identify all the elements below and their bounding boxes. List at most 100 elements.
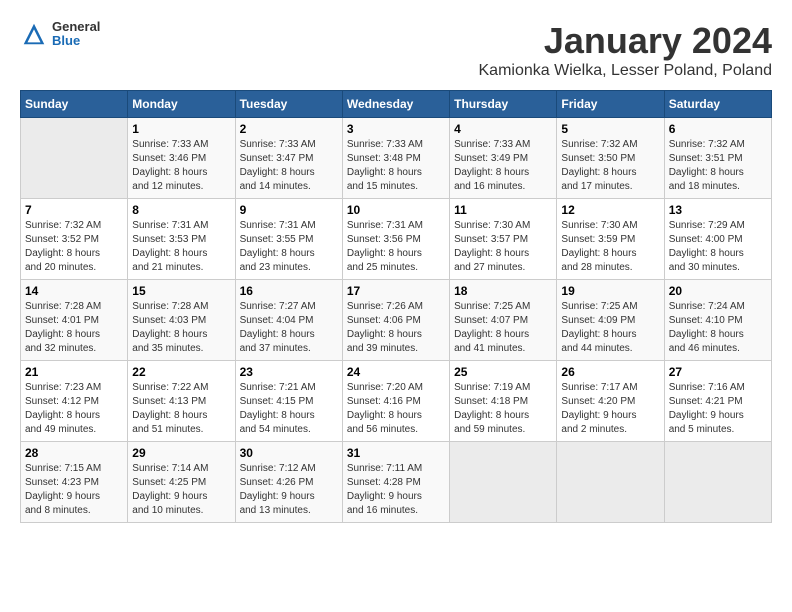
- day-cell: 17Sunrise: 7:26 AMSunset: 4:06 PMDayligh…: [342, 280, 449, 361]
- day-info: Sunrise: 7:17 AMSunset: 4:20 PMDaylight:…: [561, 381, 659, 437]
- week-row: 28 Sunrise: 7:15 AMSunset: 4:23 PMDayligh…: [21, 442, 772, 523]
- sunset-text: Sunset: 3:51 PM: [669, 153, 743, 164]
- header-cell-monday: Monday: [128, 91, 235, 118]
- sunset-text: Sunset: 3:49 PM: [454, 153, 528, 164]
- week-row: 7 Sunrise: 7:32 AMSunset: 3:52 PMDaylight…: [21, 199, 772, 280]
- header-cell-sunday: Sunday: [21, 91, 128, 118]
- header-cell-tuesday: Tuesday: [235, 91, 342, 118]
- daylight-minutes: and 49 minutes.: [25, 424, 96, 435]
- day-number: 27: [669, 365, 767, 379]
- day-cell: 2Sunrise: 7:33 AMSunset: 3:47 PMDaylight…: [235, 118, 342, 199]
- day-info: Sunrise: 7:32 AMSunset: 3:51 PMDaylight:…: [669, 138, 767, 194]
- daylight-label: Daylight: 8 hours: [240, 167, 315, 178]
- sunset-text: Sunset: 4:25 PM: [132, 477, 206, 488]
- day-cell: 16Sunrise: 7:27 AMSunset: 4:04 PMDayligh…: [235, 280, 342, 361]
- location: Kamionka Wielka, Lesser Poland, Poland: [479, 62, 773, 80]
- day-info: Sunrise: 7:28 AMSunset: 4:01 PMDaylight:…: [25, 300, 123, 356]
- day-cell: 20Sunrise: 7:24 AMSunset: 4:10 PMDayligh…: [664, 280, 771, 361]
- day-info: Sunrise: 7:30 AM Sunset: 3:57 PM Daylight:…: [454, 219, 552, 275]
- sunrise-text: Sunrise: 7:30 AM: [454, 220, 530, 231]
- day-info: Sunrise: 7:27 AMSunset: 4:04 PMDaylight:…: [240, 300, 338, 356]
- sunrise-text: Sunrise: 7:28 AM: [132, 301, 208, 312]
- sunrise-text: Sunrise: 7:30 AM: [561, 220, 637, 231]
- sunrise-text: Sunrise: 7:16 AM: [669, 382, 745, 393]
- day-number: 13: [669, 203, 767, 217]
- daylight-label: Daylight: 8 hours: [25, 410, 100, 421]
- header-cell-saturday: Saturday: [664, 91, 771, 118]
- day-info: Sunrise: 7:32 AMSunset: 3:52 PMDaylight:…: [25, 219, 123, 275]
- day-info: Sunrise: 7:31 AMSunset: 3:53 PMDaylight:…: [132, 219, 230, 275]
- daylight-label: Daylight: 8 hours: [669, 248, 744, 259]
- daylight-minutes: and 54 minutes.: [240, 424, 311, 435]
- daylight-minutes: and 56 minutes.: [347, 424, 418, 435]
- daylight-minutes: and 5 minutes.: [669, 424, 735, 435]
- day-info: Sunrise: 7:33 AMSunset: 3:46 PMDaylight:…: [132, 138, 230, 194]
- sunrise-text: Sunrise: 7:15 AM: [25, 463, 101, 474]
- daylight-label: Daylight: 8 hours: [454, 248, 529, 259]
- daylight-minutes: and 35 minutes.: [132, 343, 203, 354]
- daylight-minutes: and 32 minutes.: [25, 343, 96, 354]
- sunset-text: Sunset: 4:12 PM: [25, 396, 99, 407]
- sunrise-text: Sunrise: 7:31 AM: [240, 220, 316, 231]
- day-cell: 25Sunrise: 7:19 AMSunset: 4:18 PMDayligh…: [450, 361, 557, 442]
- day-number: 28: [25, 446, 123, 460]
- sunset-text: Sunset: 3:53 PM: [132, 234, 206, 245]
- daylight-label: Daylight: 8 hours: [347, 248, 422, 259]
- day-cell: 31Sunrise: 7:11 AMSunset: 4:28 PMDayligh…: [342, 442, 449, 523]
- sunset-text: Sunset: 3:56 PM: [347, 234, 421, 245]
- logo: General Blue: [20, 20, 100, 49]
- daylight-minutes: and 17 minutes.: [561, 181, 632, 192]
- day-number: 4: [454, 122, 552, 136]
- day-cell: 10Sunrise: 7:31 AMSunset: 3:56 PMDayligh…: [342, 199, 449, 280]
- daylight-minutes: and 41 minutes.: [454, 343, 525, 354]
- day-number: 31: [347, 446, 445, 460]
- sunset-text: Sunset: 4:28 PM: [347, 477, 421, 488]
- daylight-minutes: and 28 minutes.: [561, 262, 632, 273]
- sunrise-text: Sunrise: 7:33 AM: [454, 139, 530, 150]
- sunset-text: Sunset: 3:46 PM: [132, 153, 206, 164]
- day-cell: [450, 442, 557, 523]
- daylight-label: Daylight: 8 hours: [669, 167, 744, 178]
- day-number: 8: [132, 203, 230, 217]
- day-info: Sunrise: 7:28 AMSunset: 4:03 PMDaylight:…: [132, 300, 230, 356]
- day-info: Sunrise: 7:15 AMSunset: 4:23 PMDaylight:…: [25, 462, 123, 518]
- sunset-text: Sunset: 3:57 PM: [454, 234, 528, 245]
- daylight-minutes: and 15 minutes.: [347, 181, 418, 192]
- day-info: Sunrise: 7:21 AMSunset: 4:15 PMDaylight:…: [240, 381, 338, 437]
- daylight-label: Daylight: 8 hours: [561, 329, 636, 340]
- header-cell-wednesday: Wednesday: [342, 91, 449, 118]
- day-number: 7: [25, 203, 123, 217]
- daylight-label: Daylight: 8 hours: [347, 410, 422, 421]
- day-info: Sunrise: 7:33 AMSunset: 3:48 PMDaylight:…: [347, 138, 445, 194]
- sunrise-text: Sunrise: 7:32 AM: [561, 139, 637, 150]
- day-cell: 24Sunrise: 7:20 AMSunset: 4:16 PMDayligh…: [342, 361, 449, 442]
- sunset-text: Sunset: 4:04 PM: [240, 315, 314, 326]
- daylight-label: Daylight: 9 hours: [240, 491, 315, 502]
- day-cell: 9Sunrise: 7:31 AMSunset: 3:55 PMDaylight…: [235, 199, 342, 280]
- daylight-label: Daylight: 8 hours: [132, 410, 207, 421]
- day-cell: 18Sunrise: 7:25 AMSunset: 4:07 PMDayligh…: [450, 280, 557, 361]
- day-info: Sunrise: 7:32 AMSunset: 3:50 PMDaylight:…: [561, 138, 659, 194]
- day-cell: 22Sunrise: 7:22 AMSunset: 4:13 PMDayligh…: [128, 361, 235, 442]
- day-cell: 1Sunrise: 7:33 AMSunset: 3:46 PMDaylight…: [128, 118, 235, 199]
- daylight-minutes: and 25 minutes.: [347, 262, 418, 273]
- sunrise-text: Sunrise: 7:33 AM: [132, 139, 208, 150]
- daylight-label: Daylight: 8 hours: [347, 167, 422, 178]
- day-number: 26: [561, 365, 659, 379]
- daylight-label: Daylight: 8 hours: [25, 248, 100, 259]
- sunset-text: Sunset: 3:50 PM: [561, 153, 635, 164]
- day-number: 22: [132, 365, 230, 379]
- daylight-minutes: and 18 minutes.: [669, 181, 740, 192]
- day-number: 17: [347, 284, 445, 298]
- month-title: January 2024: [479, 20, 773, 62]
- daylight-label: Daylight: 8 hours: [25, 329, 100, 340]
- day-number: 15: [132, 284, 230, 298]
- daylight-minutes: and 16 minutes.: [454, 181, 525, 192]
- day-number: 3: [347, 122, 445, 136]
- daylight-minutes: and 16 minutes.: [347, 505, 418, 516]
- daylight-label: Daylight: 9 hours: [132, 491, 207, 502]
- daylight-minutes: and 37 minutes.: [240, 343, 311, 354]
- daylight-minutes: and 30 minutes.: [669, 262, 740, 273]
- day-number: 14: [25, 284, 123, 298]
- sunrise-text: Sunrise: 7:28 AM: [25, 301, 101, 312]
